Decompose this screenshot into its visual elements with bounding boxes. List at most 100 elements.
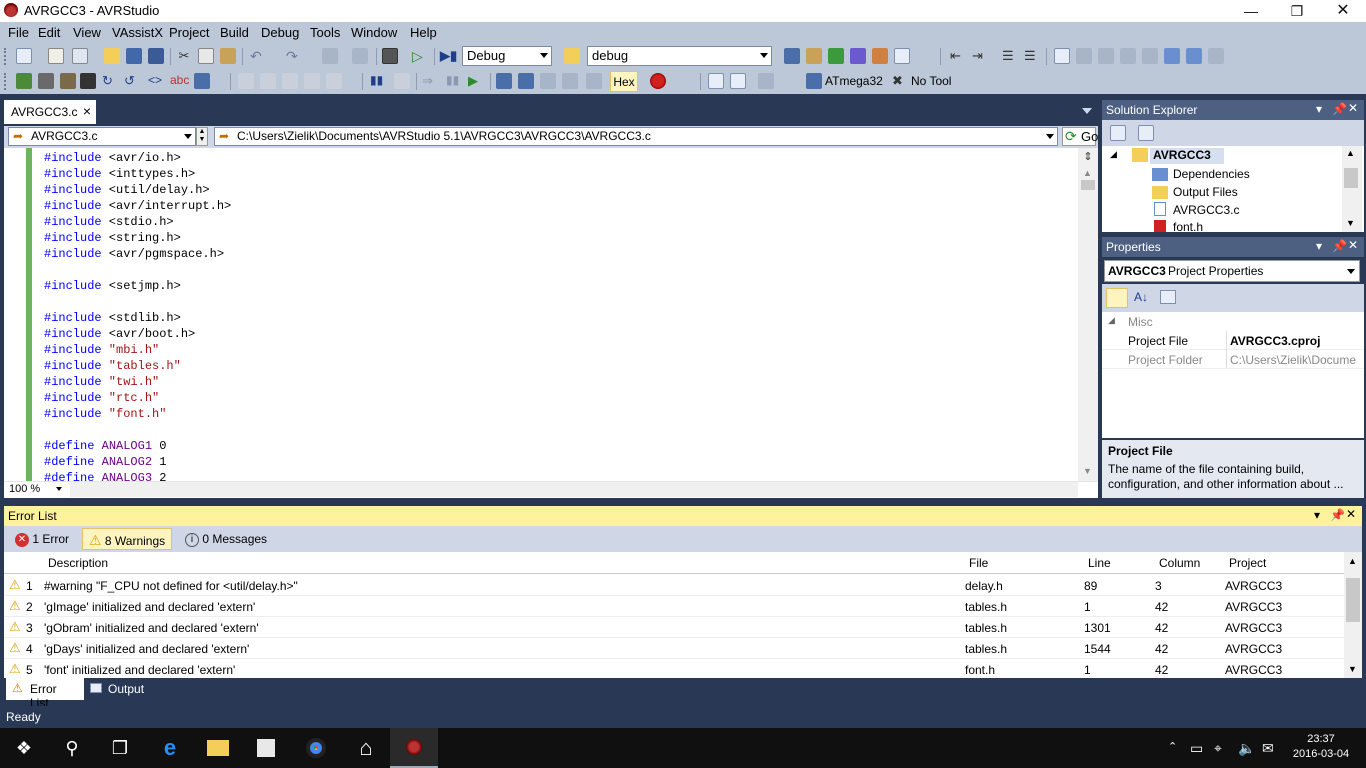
step-icon[interactable]: ▮▮	[370, 73, 386, 89]
locals-window-icon[interactable]	[730, 73, 746, 89]
add-item-icon[interactable]	[48, 48, 64, 64]
menu-view[interactable]: View	[73, 25, 101, 40]
go-button[interactable]: ⟳ Go	[1062, 127, 1098, 146]
prev-bookmark-folder-icon[interactable]	[1120, 48, 1136, 64]
navigate-forward-icon[interactable]	[352, 48, 368, 64]
prev-bookmark-doc-icon[interactable]	[1164, 48, 1180, 64]
new-project-icon[interactable]	[16, 48, 32, 64]
category-collapse-icon[interactable]: ◢	[1108, 315, 1115, 326]
menu-file[interactable]: File	[8, 25, 29, 40]
menu-vassistx[interactable]: VAssistX	[112, 25, 163, 40]
zoom-select[interactable]: 100 %	[6, 482, 68, 498]
menu-build[interactable]: Build	[220, 25, 249, 40]
col-file[interactable]: File	[969, 556, 988, 570]
edge-browser-icon[interactable]: e	[146, 728, 194, 768]
start-windows-icon[interactable]: ❖	[0, 728, 48, 768]
paste-icon[interactable]	[220, 48, 236, 64]
pin-icon[interactable]: 📌	[1332, 239, 1347, 253]
avrstudio-taskbar-icon[interactable]	[390, 728, 438, 768]
error-row[interactable]: ⚠ 2 'gImage' initialized and declared 'ext…	[4, 596, 1344, 617]
tab-error-list[interactable]: ⚠ Error List	[6, 678, 84, 710]
sol-scroll-thumb[interactable]	[1344, 168, 1358, 188]
step-out-icon[interactable]	[540, 73, 556, 89]
navigate-backward-icon[interactable]	[322, 48, 338, 64]
scope-spinner[interactable]: ▲ ▼	[196, 127, 208, 146]
prev-bookmark-icon[interactable]	[1076, 48, 1092, 64]
comment-icon[interactable]: ☰	[1002, 48, 1018, 64]
chrome-icon[interactable]	[292, 728, 340, 768]
col-line[interactable]: Line	[1088, 556, 1111, 570]
redo-icon[interactable]: ↷	[286, 48, 302, 64]
start-without-debugging-icon[interactable]: ▶▮	[440, 48, 457, 64]
step-into-icon[interactable]	[496, 73, 512, 89]
panel-menu-icon[interactable]: ▾	[1316, 239, 1322, 253]
scroll-thumb[interactable]	[1081, 180, 1095, 190]
find-in-files-icon[interactable]	[564, 48, 580, 64]
err-scroll-thumb[interactable]	[1346, 578, 1360, 622]
solution-scrollbar[interactable]: ▲ ▼	[1342, 146, 1362, 232]
warnings-filter-button[interactable]: ⚠ 8 Warnings	[82, 528, 173, 550]
outdent-icon[interactable]: ⇤	[950, 48, 966, 64]
property-row[interactable]: Project Folder C:\Users\Zielik\Docume	[1102, 350, 1364, 369]
clock[interactable]: 23:37 2016-03-04	[1290, 732, 1352, 762]
build-icon[interactable]	[16, 73, 32, 89]
cancel-build-icon[interactable]: ↻	[102, 73, 118, 89]
device-name[interactable]: ATmega32	[825, 74, 883, 88]
tab-dropdown-icon[interactable]	[1082, 108, 1092, 114]
bookmark-icon[interactable]	[1054, 48, 1070, 64]
object-browser-icon[interactable]	[828, 48, 844, 64]
err-scroll-down-icon[interactable]: ▼	[1348, 664, 1357, 674]
task-view-icon[interactable]: ❐	[96, 728, 144, 768]
tree-item-dependencies[interactable]: Dependencies	[1173, 167, 1250, 181]
find-combo[interactable]: debug	[587, 46, 772, 66]
run-to-cursor-icon[interactable]	[562, 73, 578, 89]
network-icon[interactable]: ⌖	[1214, 740, 1222, 757]
menu-tools[interactable]: Tools	[310, 25, 340, 40]
close-button[interactable]: ✕	[1320, 0, 1366, 22]
panel-menu-icon[interactable]: ▾	[1316, 102, 1322, 116]
breakpoint-icon[interactable]	[650, 73, 666, 89]
menu-window[interactable]: Window	[351, 25, 397, 40]
error-row[interactable]: ⚠ 3 'gObram' initialized and declared 'ext…	[4, 617, 1344, 638]
save-all-icon[interactable]	[148, 48, 164, 64]
tree-item-output-files[interactable]: Output Files	[1173, 185, 1238, 199]
error-list-scrollbar[interactable]: ▲ ▼	[1344, 552, 1362, 678]
spell-check-icon[interactable]: abc	[170, 73, 189, 89]
close-panel-icon[interactable]: ✕	[1348, 238, 1358, 252]
hex-toggle-button[interactable]: Hex	[610, 71, 638, 92]
tray-chevron-icon[interactable]: ⌃	[1168, 740, 1177, 753]
scroll-up-icon[interactable]: ▲	[1083, 168, 1092, 178]
error-row[interactable]: ⚠ 5 'font' initialized and declared 'exter…	[4, 659, 1344, 680]
menu-debug[interactable]: Debug	[261, 25, 299, 40]
restore-button[interactable]: ❐	[1274, 0, 1320, 22]
debug-tool-name[interactable]: No Tool	[911, 74, 951, 88]
tool-settings-icon[interactable]	[758, 73, 774, 89]
indent-icon[interactable]: ⇥	[972, 48, 988, 64]
close-tab-icon[interactable]: ×	[83, 103, 91, 119]
split-editor-icon[interactable]: ⇕	[1080, 150, 1096, 164]
tree-item-font-h[interactable]: font.h	[1173, 220, 1203, 232]
object-dropdown-icon[interactable]	[1347, 269, 1355, 274]
close-panel-icon[interactable]: ✕	[1348, 101, 1358, 115]
home-icon[interactable]: ⌂	[342, 728, 390, 768]
action-center-icon[interactable]: ✉	[1262, 740, 1274, 757]
continue-icon[interactable]: ▶	[468, 73, 484, 89]
batch-build-icon[interactable]	[80, 73, 96, 89]
rebuild-icon[interactable]	[38, 73, 54, 89]
col-column[interactable]: Column	[1159, 556, 1200, 570]
solution-explorer-icon[interactable]	[784, 48, 800, 64]
menu-edit[interactable]: Edit	[38, 25, 60, 40]
file-explorer-icon[interactable]	[194, 728, 242, 768]
errors-filter-button[interactable]: ✕ 1 Error	[8, 528, 76, 550]
store-icon[interactable]	[242, 728, 290, 768]
minimize-button[interactable]: —	[1228, 0, 1274, 22]
step-over-icon[interactable]	[518, 73, 534, 89]
code-editor[interactable]: #include <avr/io.h> #include <inttypes.h>…	[4, 148, 1098, 498]
col-project[interactable]: Project	[1229, 556, 1266, 570]
extensions-icon[interactable]	[872, 48, 888, 64]
properties-icon[interactable]	[806, 48, 822, 64]
configuration-select[interactable]: Debug	[462, 46, 552, 66]
alphabetical-sort-icon[interactable]: A↓	[1130, 288, 1152, 308]
file-scope-select[interactable]: ➦ AVRGCC3.c	[8, 127, 196, 146]
toolbox-icon[interactable]	[850, 48, 866, 64]
